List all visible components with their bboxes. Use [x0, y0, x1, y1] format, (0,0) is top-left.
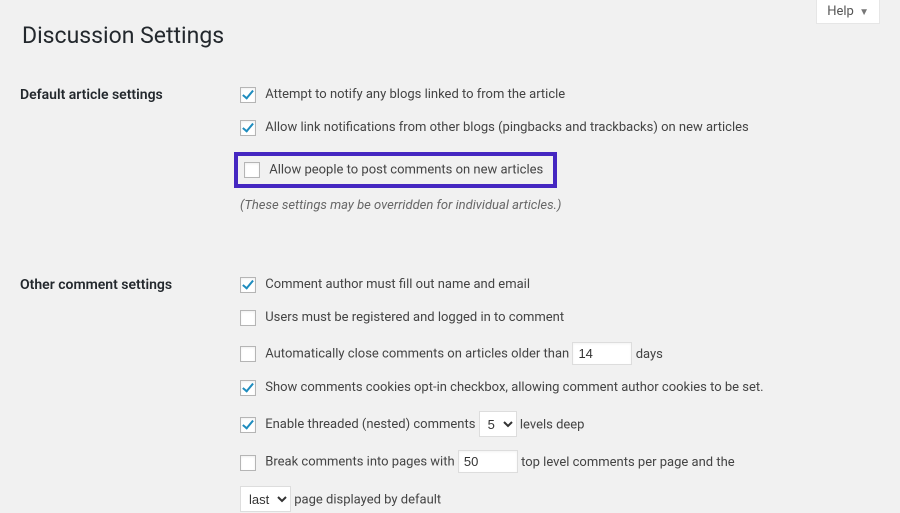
- section-other-comment-heading: Other comment settings: [20, 267, 240, 513]
- highlighted-allow-comments: Allow people to post comments on new art…: [234, 152, 557, 188]
- select-page-default[interactable]: last: [240, 486, 291, 512]
- label-auto-close-after: days: [636, 347, 663, 362]
- label-allow-pingbacks: Allow link notifications from other blog…: [265, 120, 749, 135]
- label-require-name-email: Comment author must fill out name and em…: [265, 277, 530, 292]
- label-cookies-optin: Show comments cookies opt-in checkbox, a…: [265, 380, 763, 395]
- checkbox-cookies-optin[interactable]: [240, 380, 256, 396]
- checkbox-paginate[interactable]: [240, 455, 256, 471]
- checkbox-notify-blogs[interactable]: [240, 87, 256, 103]
- checkbox-allow-pingbacks[interactable]: [240, 120, 256, 136]
- label-paginate-after: top level comments per page and the: [521, 455, 735, 470]
- input-auto-close-days[interactable]: [572, 342, 632, 365]
- label-page-default-after: page displayed by default: [294, 493, 441, 508]
- help-label: Help: [827, 4, 854, 19]
- checkbox-allow-comments[interactable]: [244, 162, 260, 178]
- caret-down-icon: ▼: [859, 7, 869, 18]
- help-tab[interactable]: Help ▼: [816, 0, 880, 24]
- hint-override: (These settings may be overridden for in…: [240, 198, 870, 213]
- select-threaded-levels[interactable]: 5: [479, 411, 517, 437]
- label-auto-close-before: Automatically close comments on articles…: [265, 346, 569, 361]
- label-threaded-after: levels deep: [520, 418, 585, 433]
- input-paginate-count[interactable]: [458, 450, 518, 473]
- checkbox-auto-close[interactable]: [240, 346, 256, 362]
- checkbox-threaded[interactable]: [240, 417, 256, 433]
- page-title: Discussion Settings: [22, 22, 880, 49]
- label-notify-blogs: Attempt to notify any blogs linked to fr…: [265, 87, 565, 102]
- checkbox-require-registered[interactable]: [240, 310, 256, 326]
- label-threaded-before: Enable threaded (nested) comments: [265, 417, 475, 432]
- checkbox-require-name-email[interactable]: [240, 277, 256, 293]
- section-default-article-heading: Default article settings: [20, 77, 240, 233]
- label-paginate-before: Break comments into pages with: [265, 455, 454, 470]
- label-require-registered: Users must be registered and logged in t…: [265, 310, 564, 325]
- label-allow-comments: Allow people to post comments on new art…: [269, 162, 543, 177]
